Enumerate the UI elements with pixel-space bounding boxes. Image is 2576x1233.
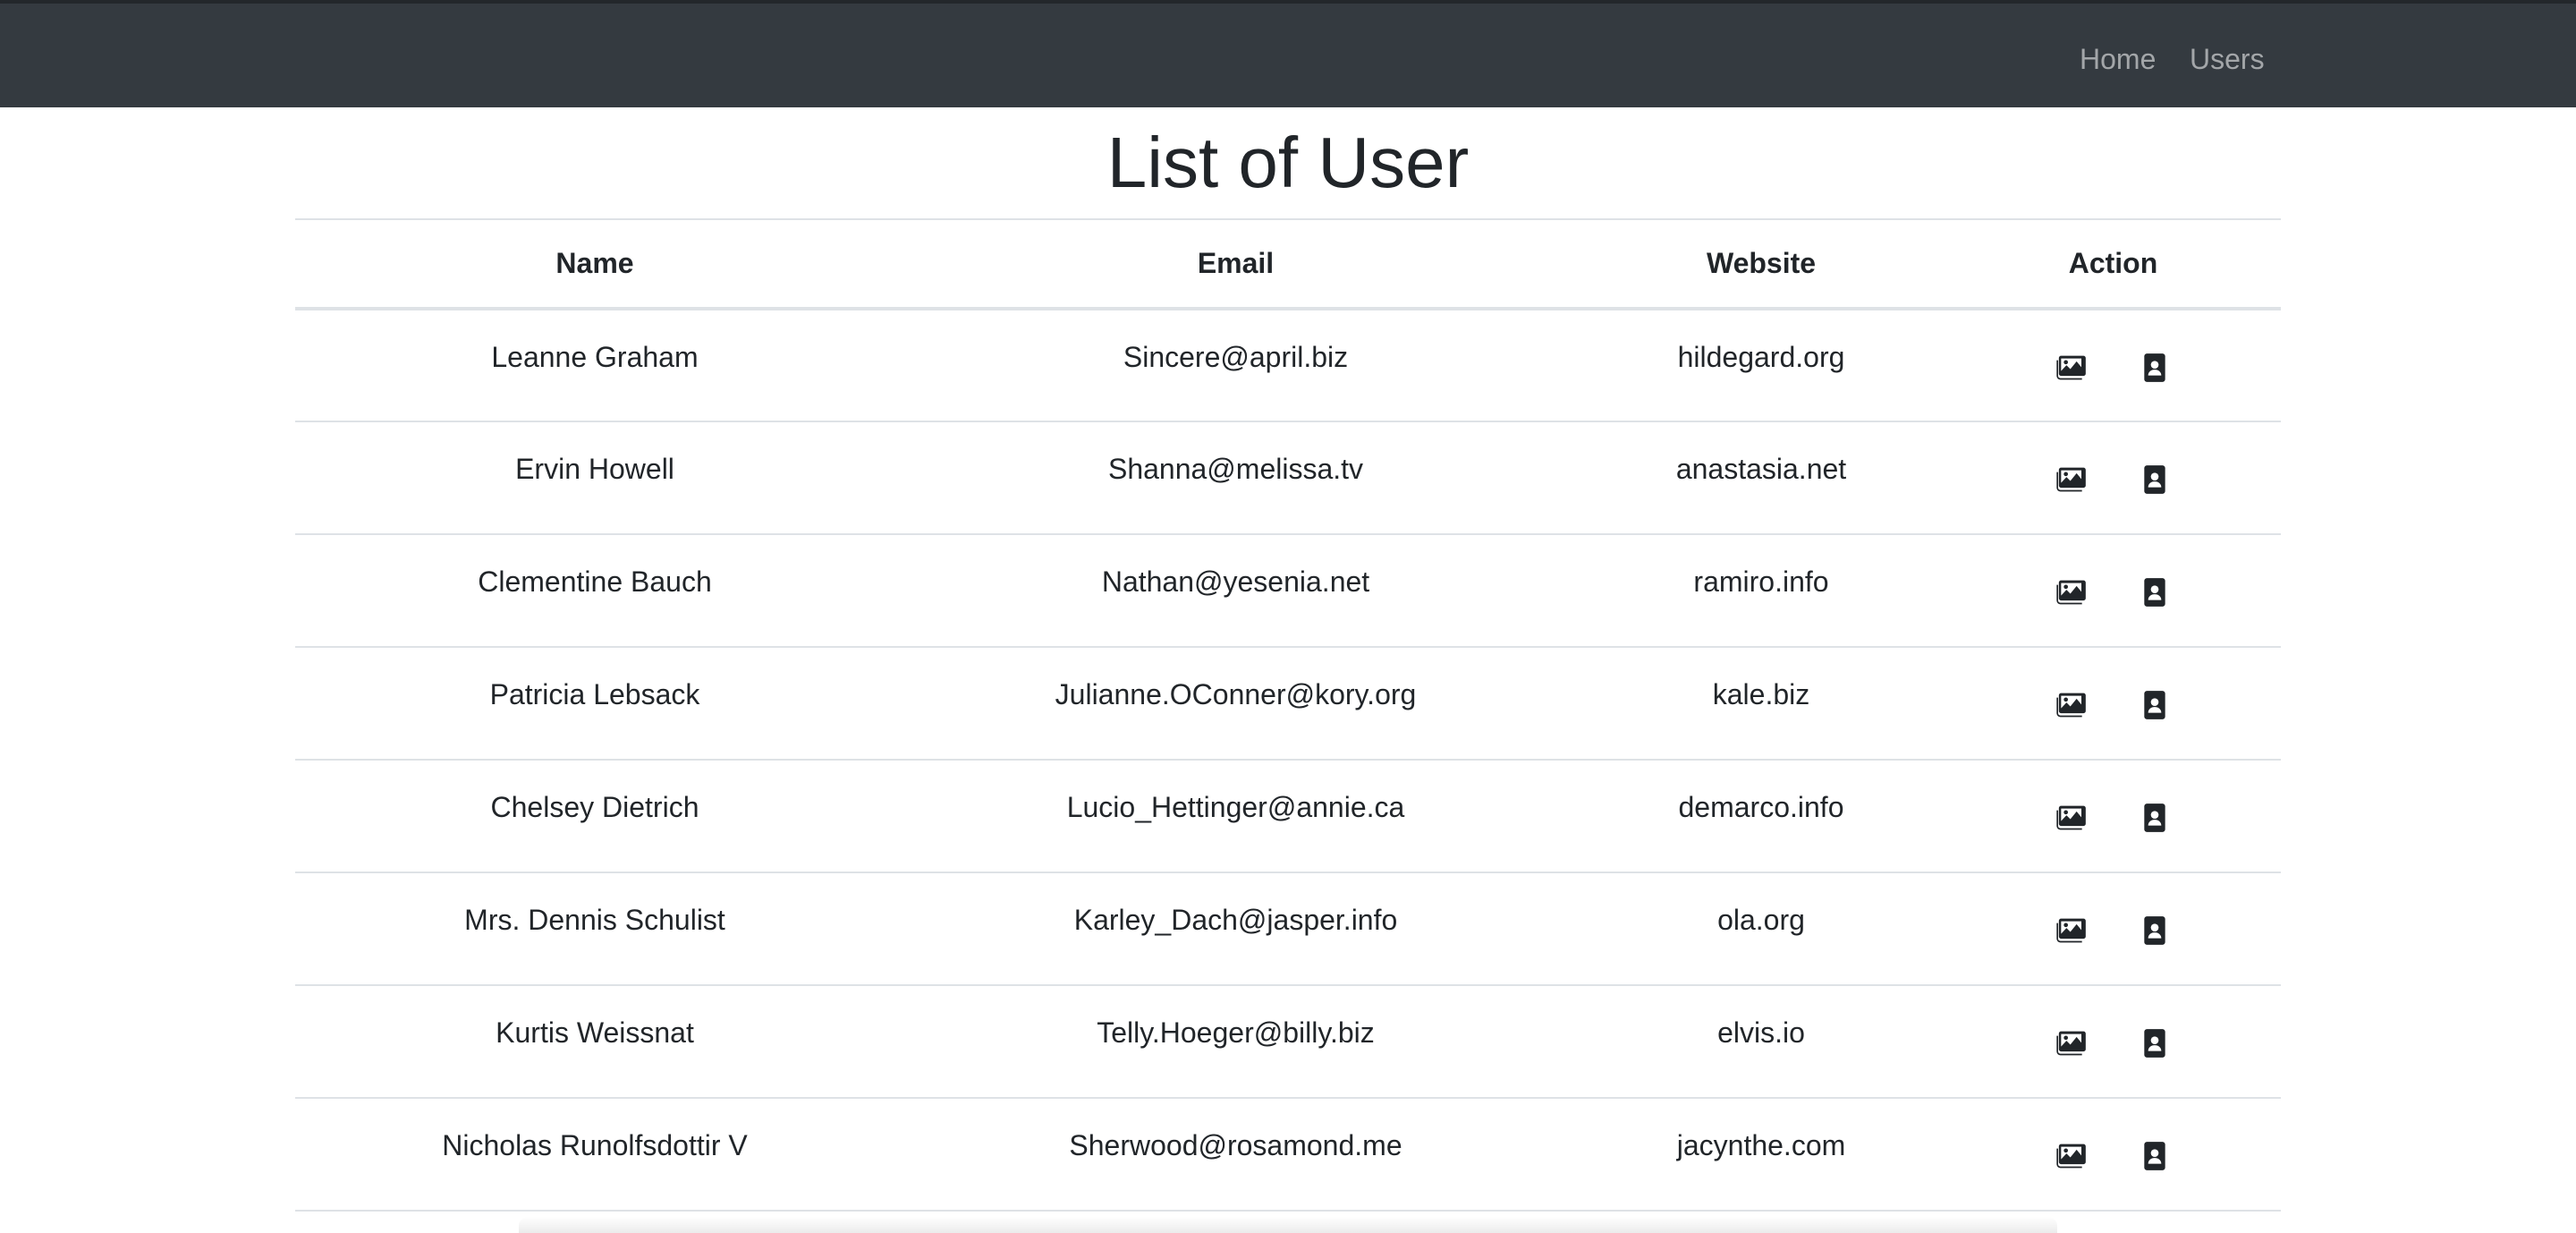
cell-name: Chelsey Dietrich [295,760,894,873]
user-profile-icon[interactable] [2137,687,2173,723]
users-table-container: Name Email Website Action Leanne Graham … [295,218,2281,1212]
cell-email: Lucio_Hettinger@annie.ca [894,760,1577,873]
user-profile-icon-graphic [2144,465,2165,494]
table-row: Mrs. Dennis Schulist Karley_Dach@jasper.… [295,872,2281,986]
user-profile-icon-graphic [2144,1029,2165,1058]
photos-icon-graphic [2056,805,2086,830]
photos-icon[interactable] [2054,1138,2089,1174]
table-row: Kurtis Weissnat Telly.Hoeger@billy.biz e… [295,985,2281,1099]
cell-email: Sincere@april.biz [894,309,1577,422]
cell-website: kale.biz [1577,647,1945,761]
row-actions [1945,676,2281,723]
column-header-email[interactable]: Email [894,218,1577,310]
user-profile-icon[interactable] [2137,350,2173,386]
cell-website: ola.org [1577,872,1945,986]
photos-icon[interactable] [2054,350,2089,386]
users-table: Name Email Website Action Leanne Graham … [295,218,2281,1212]
column-header-action: Action [1945,218,2281,310]
cell-email: Shanna@melissa.tv [894,421,1577,535]
cell-name: Leanne Graham [295,309,894,422]
user-profile-icon[interactable] [2137,913,2173,948]
user-profile-icon[interactable] [2137,462,2173,497]
photos-icon-graphic [2056,355,2086,380]
cell-name: Patricia Lebsack [295,647,894,761]
table-row: Clementine Bauch Nathan@yesenia.net rami… [295,534,2281,648]
cell-actions [1945,421,2281,535]
photos-icon-graphic [2056,693,2086,718]
column-header-website[interactable]: Website [1577,218,1945,310]
user-profile-icon-graphic [2144,578,2165,607]
user-profile-icon-graphic [2144,804,2165,832]
photos-icon-graphic [2056,580,2086,605]
table-row: Nicholas Runolfsdottir V Sherwood@rosamo… [295,1098,2281,1212]
cell-email: Julianne.OConner@kory.org [894,647,1577,761]
cell-actions [1945,1098,2281,1212]
cell-website: hildegard.org [1577,309,1945,422]
user-profile-icon-graphic [2144,1142,2165,1170]
cell-email: Nathan@yesenia.net [894,534,1577,648]
cell-name: Nicholas Runolfsdottir V [295,1098,894,1212]
cell-email: Sherwood@rosamond.me [894,1098,1577,1212]
row-actions [1945,1015,2281,1061]
table-header: Name Email Website Action [295,218,2281,310]
row-actions [1945,1127,2281,1174]
cell-name: Ervin Howell [295,421,894,535]
bottom-overlay-shadow [519,1217,2057,1233]
nav-link-users[interactable]: Users [2190,41,2265,77]
cell-email: Karley_Dach@jasper.info [894,872,1577,986]
cell-name: Kurtis Weissnat [295,985,894,1099]
cell-name: Mrs. Dennis Schulist [295,872,894,986]
photos-icon[interactable] [2054,574,2089,610]
table-body: Leanne Graham Sincere@april.biz hildegar… [295,309,2281,1212]
user-profile-icon[interactable] [2137,1025,2173,1061]
cell-website: anastasia.net [1577,421,1945,535]
photos-icon-graphic [2056,1144,2086,1169]
photos-icon[interactable] [2054,1025,2089,1061]
photos-icon[interactable] [2054,913,2089,948]
cell-website: demarco.info [1577,760,1945,873]
user-profile-icon-graphic [2144,916,2165,945]
user-profile-icon-graphic [2144,691,2165,719]
row-actions [1945,564,2281,610]
photos-icon[interactable] [2054,687,2089,723]
cell-actions [1945,985,2281,1099]
user-profile-icon-graphic [2144,353,2165,382]
cell-actions [1945,534,2281,648]
cell-actions [1945,647,2281,761]
table-row: Leanne Graham Sincere@april.biz hildegar… [295,309,2281,422]
top-navbar: Home Users [0,0,2576,107]
cell-actions [1945,309,2281,422]
photos-icon[interactable] [2054,462,2089,497]
row-actions [1945,789,2281,836]
row-actions [1945,339,2281,386]
cell-website: ramiro.info [1577,534,1945,648]
cell-name: Clementine Bauch [295,534,894,648]
photos-icon-graphic [2056,918,2086,943]
table-row: Chelsey Dietrich Lucio_Hettinger@annie.c… [295,760,2281,873]
row-actions [1945,902,2281,948]
user-profile-icon[interactable] [2137,574,2173,610]
table-row: Ervin Howell Shanna@melissa.tv anastasia… [295,421,2281,535]
table-row: Patricia Lebsack Julianne.OConner@kory.o… [295,647,2281,761]
user-profile-icon[interactable] [2137,800,2173,836]
cell-actions [1945,872,2281,986]
cell-website: elvis.io [1577,985,1945,1099]
page-title: List of User [1106,123,1470,202]
photos-icon-graphic [2056,1031,2086,1056]
cell-email: Telly.Hoeger@billy.biz [894,985,1577,1099]
nav-link-home[interactable]: Home [2080,41,2156,77]
photos-icon-graphic [2056,467,2086,492]
user-profile-icon[interactable] [2137,1138,2173,1174]
row-actions [1945,451,2281,497]
cell-actions [1945,760,2281,873]
column-header-name[interactable]: Name [295,218,894,310]
cell-website: jacynthe.com [1577,1098,1945,1212]
photos-icon[interactable] [2054,800,2089,836]
